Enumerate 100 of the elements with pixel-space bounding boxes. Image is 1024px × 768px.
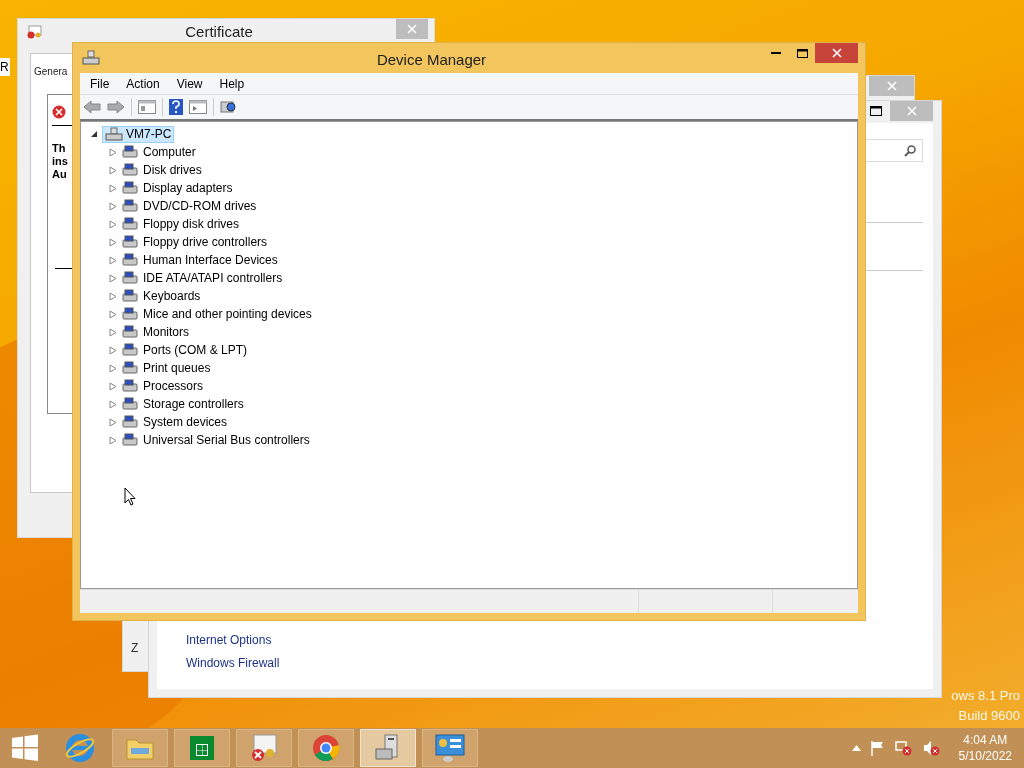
speaker-muted-icon[interactable] (921, 740, 940, 756)
clock-time: 4:04 AM (963, 732, 1008, 748)
tree-item[interactable]: Computer (143, 143, 196, 161)
tree-item[interactable]: Floppy disk drives (143, 215, 240, 233)
expand-arrow-icon[interactable] (109, 399, 117, 409)
taskbar-button[interactable] (174, 729, 230, 767)
computer-icon (82, 50, 100, 66)
expand-arrow-icon[interactable] (109, 147, 117, 157)
window-title: Device Manager (375, 50, 488, 70)
device-icon (122, 379, 138, 393)
menu-item[interactable]: File (90, 74, 110, 93)
desktop-label: R (0, 58, 10, 76)
expand-arrow-icon[interactable] (109, 363, 117, 373)
close-icon (831, 48, 842, 58)
tree-item[interactable]: Display adapters (143, 179, 233, 197)
edition-text: ows 8.1 Pro (951, 687, 1020, 705)
settings-link[interactable]: Internet Options (186, 629, 933, 652)
device-icon (122, 397, 138, 411)
device-icon (122, 217, 138, 231)
tree-item[interactable]: Storage controllers (143, 395, 244, 413)
general-tab[interactable]: Genera (34, 64, 68, 79)
browser-e-icon[interactable] (64, 733, 96, 763)
windows-logo-icon[interactable] (11, 734, 39, 762)
network-error-icon[interactable] (894, 740, 913, 756)
close-icon (906, 106, 917, 116)
expand-arrow-icon[interactable] (109, 255, 117, 265)
minimize-icon (771, 52, 781, 54)
device-icon (122, 199, 138, 213)
device-icon (122, 145, 138, 159)
close-button[interactable] (396, 19, 428, 39)
device-icon (122, 433, 138, 447)
tree-item[interactable]: Ports (COM & LPT) (143, 341, 247, 359)
menu-item[interactable]: Help (219, 74, 245, 93)
shopping-bag-icon (188, 734, 216, 762)
expand-arrow-icon[interactable] (109, 219, 117, 229)
tree-item[interactable]: System devices (143, 413, 228, 431)
menu-item[interactable]: Action (126, 74, 160, 93)
settings-link[interactable]: Windows Firewall (186, 652, 933, 675)
device-icon (122, 163, 138, 177)
device-icon (122, 289, 138, 303)
tree-item[interactable]: Print queues (143, 359, 211, 377)
forward-arrow-icon[interactable] (107, 100, 125, 114)
expand-arrow-icon[interactable] (109, 381, 117, 391)
expand-arrow-icon[interactable] (109, 273, 117, 283)
monitor-icon (434, 733, 466, 763)
computer-icon (105, 126, 123, 142)
device-icon (122, 253, 138, 267)
tree-item[interactable]: Disk drives (143, 161, 202, 179)
tree-item[interactable]: Mice and other pointing devices (143, 305, 312, 323)
up-caret-icon[interactable] (851, 745, 861, 751)
scan-hardware-icon[interactable] (220, 99, 238, 115)
console-tree-icon[interactable] (138, 100, 156, 114)
taskbar-button[interactable] (298, 729, 354, 767)
expand-arrow-icon[interactable] (109, 165, 117, 175)
device-icon (122, 415, 138, 429)
flag-icon[interactable] (869, 740, 886, 756)
taskbar-button[interactable] (422, 729, 478, 767)
maximize-icon (870, 106, 882, 116)
taskbar-button[interactable] (236, 729, 292, 767)
certificate-text: Th (52, 142, 66, 155)
window-title: Certificate (184, 21, 254, 42)
certificate-text: ins (52, 155, 68, 168)
tree-item[interactable]: Human Interface Devices (143, 251, 278, 269)
expand-arrow-icon[interactable] (109, 183, 117, 193)
tree-item[interactable]: Monitors (143, 323, 189, 341)
window-text: Z (131, 640, 139, 657)
tree-item[interactable]: Processors (143, 377, 204, 395)
edition-text: Build 9600 (958, 706, 1020, 725)
tree-item[interactable]: IDE ATA/ATAPI controllers (143, 269, 283, 287)
mouse-cursor-icon (124, 487, 136, 506)
expand-arrow-icon[interactable] (109, 327, 117, 337)
browser-icon (311, 733, 341, 763)
expand-arrow-icon[interactable] (109, 345, 117, 355)
menu-item[interactable]: View (176, 74, 203, 93)
close-icon (886, 81, 897, 91)
tree-item[interactable]: DVD/CD-ROM drives (143, 197, 257, 215)
device-icon (122, 343, 138, 357)
expand-arrow-icon[interactable] (109, 417, 117, 427)
action-pane-icon[interactable] (189, 100, 207, 114)
device-icon (122, 271, 138, 285)
clock-date: 5/10/2022 (958, 748, 1012, 764)
tree-item[interactable]: Universal Serial Bus controllers (143, 431, 310, 449)
expand-arrow-icon[interactable] (109, 201, 117, 211)
expand-arrow-icon[interactable] (109, 237, 117, 247)
certificate-text: Au (52, 168, 67, 181)
expand-arrow-icon[interactable] (109, 309, 117, 319)
tree-item[interactable]: Floppy drive controllers (143, 233, 268, 251)
maximize-icon (796, 48, 808, 58)
tree-item[interactable]: VM7-PC (102, 125, 175, 143)
tree-item[interactable]: Keyboards (143, 287, 201, 305)
device-icon (122, 361, 138, 375)
search-icon (904, 144, 916, 157)
certificate-icon (26, 25, 42, 39)
device-icon (122, 181, 138, 195)
collapse-arrow-icon[interactable] (90, 130, 98, 138)
help-icon[interactable] (169, 99, 183, 115)
close-icon (407, 24, 417, 34)
expand-arrow-icon[interactable] (109, 435, 117, 445)
expand-arrow-icon[interactable] (109, 291, 117, 301)
back-arrow-icon[interactable] (83, 100, 101, 114)
